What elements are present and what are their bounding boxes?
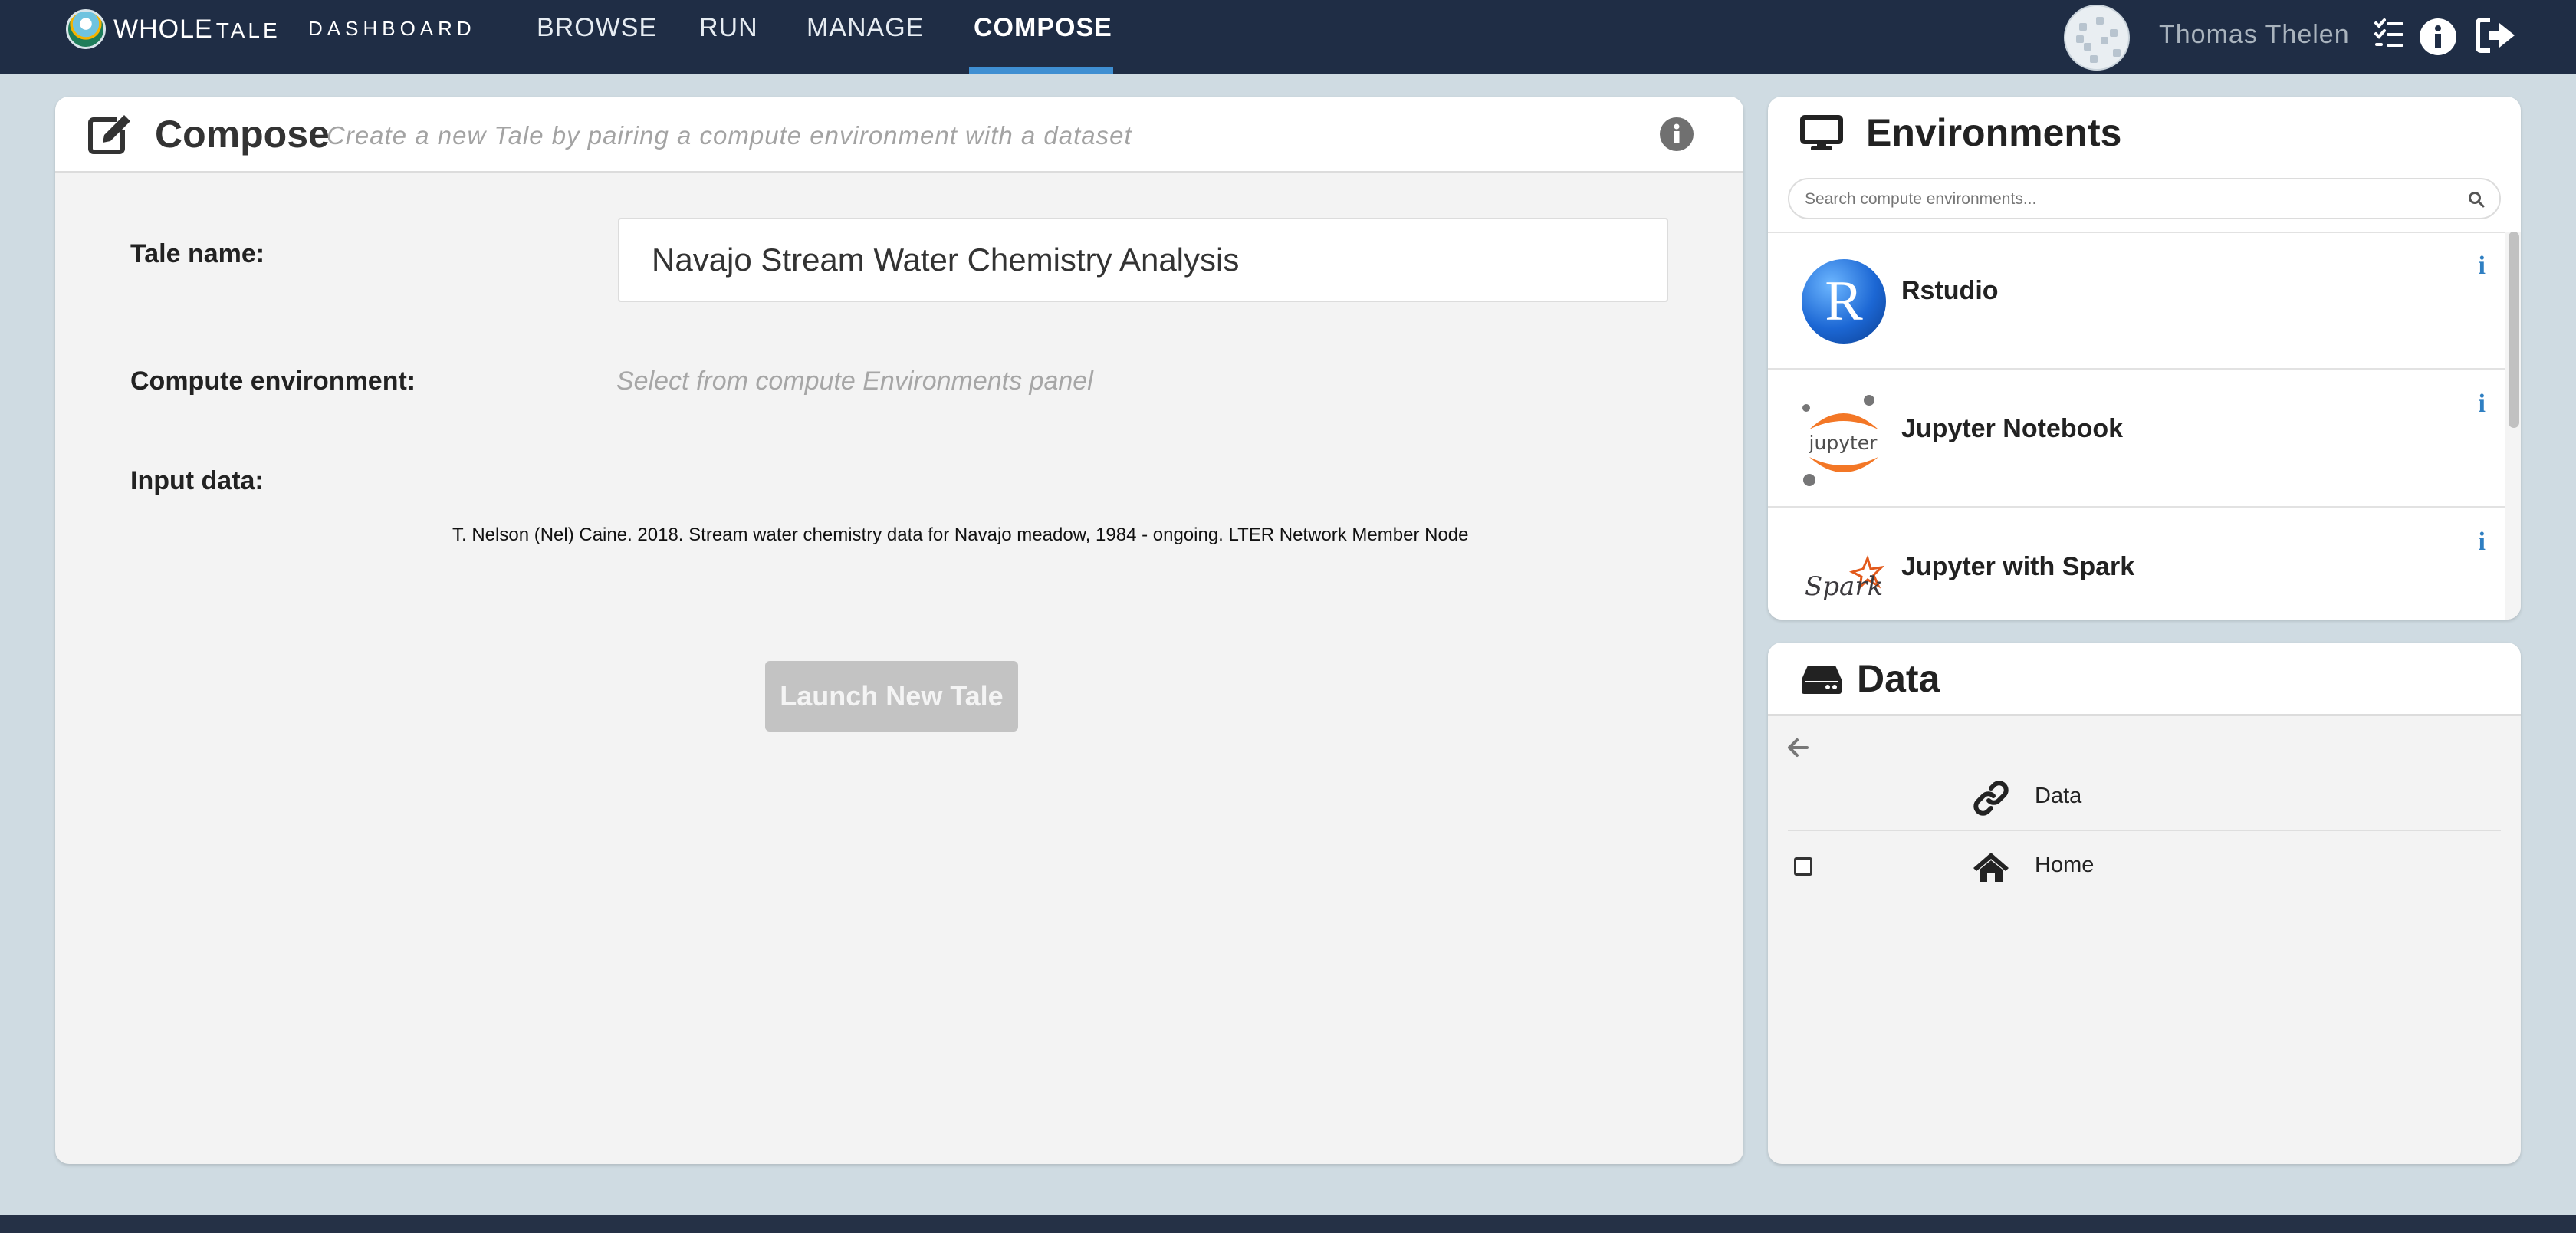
footer-bar [0,1215,2576,1233]
desktop-icon [1800,115,1843,150]
data-row-data[interactable]: Data [1788,764,2501,831]
hdd-icon [1802,666,1842,694]
search-icon[interactable] [2467,190,2486,209]
launch-new-tale-button[interactable]: Launch New Tale [765,661,1018,732]
back-arrow-icon[interactable] [1786,738,1809,758]
jupyter-logo: jupyter [1802,395,1878,486]
logo-tale: TALE [215,18,281,42]
tasks-icon[interactable] [2374,17,2404,51]
wholetale-logo-icon [66,9,106,49]
nav-compose[interactable]: COMPOSE [974,13,1112,43]
data-header: Data [1768,643,2521,716]
rstudio-logo: R [1802,259,1886,344]
active-tab-indicator [969,67,1113,74]
environment-search[interactable] [1788,178,2501,219]
environment-search-input[interactable] [1805,184,2449,215]
spark-logo: Spark [1805,555,1885,601]
compose-title: Compose [155,113,330,156]
compose-info-icon[interactable] [1659,117,1694,152]
top-navbar: WHOLE TALE DASHBOARD BROWSE RUN MANAGE CO… [0,0,2576,74]
nav-manage[interactable]: MANAGE [807,13,924,43]
dashboard-label: DASHBOARD [308,17,476,40]
svg-text:jupyter: jupyter [1809,432,1878,454]
environment-name: Rstudio [1901,276,1999,305]
link-icon [1973,781,2009,816]
logout-icon[interactable] [2475,17,2516,54]
svg-text:Spark: Spark [1805,571,1883,601]
user-name[interactable]: Thomas Thelen [2159,20,2350,50]
environment-info-icon[interactable]: i [2479,252,2486,281]
nav-run[interactable]: RUN [699,13,758,43]
edit-icon [88,115,130,154]
compose-header: Compose Create a new Tale by pairing a c… [55,97,1743,173]
logo-text: WHOLE TALE [113,15,281,44]
environments-title: Environments [1866,111,2122,154]
data-row-home[interactable]: Home [1788,833,2501,900]
data-row-label: Data [2035,784,2082,808]
tale-name-label: Tale name: [130,239,265,268]
scrollbar-thumb[interactable] [2509,232,2519,428]
home-icon [1973,853,2009,882]
input-data-citation: T. Nelson (Nel) Caine. 2018. Stream wate… [452,524,1469,545]
environment-info-icon[interactable]: i [2479,528,2486,557]
nav-browse[interactable]: BROWSE [537,13,657,43]
avatar[interactable] [2064,5,2130,71]
environment-item-jupyter-spark[interactable]: Spark Jupyter with Spark i [1768,509,2505,620]
tale-name-input[interactable] [618,218,1668,302]
info-icon[interactable] [2418,17,2458,57]
input-data-label: Input data: [130,466,264,495]
data-title: Data [1857,657,1940,700]
wholetale-logo[interactable]: WHOLE TALE [66,9,281,49]
data-panel: Data Data Home [1768,643,2521,1164]
data-row-label: Home [2035,853,2095,877]
environment-name: Jupyter with Spark [1901,552,2135,581]
home-checkbox[interactable] [1794,857,1812,876]
compute-environment-placeholder: Select from compute Environments panel [616,367,1093,396]
environment-item-rstudio[interactable]: R Rstudio i [1768,233,2505,370]
environment-name: Jupyter Notebook [1901,414,2124,443]
environment-list: R Rstudio i jupyter Jupyter Notebook i S… [1768,232,2505,620]
compose-panel: Compose Create a new Tale by pairing a c… [55,97,1743,1164]
environment-list-scrollbar[interactable] [2505,232,2521,620]
logo-whole: WHOLE [113,14,213,44]
environment-item-jupyter-notebook[interactable]: jupyter Jupyter Notebook i [1768,371,2505,508]
environments-panel: Environments R Rstudio i jupyter Jupyter… [1768,97,2521,620]
compose-subtitle: Create a new Tale by pairing a compute e… [327,121,1132,150]
environment-info-icon[interactable]: i [2479,390,2486,419]
compute-environment-label: Compute environment: [130,367,416,396]
